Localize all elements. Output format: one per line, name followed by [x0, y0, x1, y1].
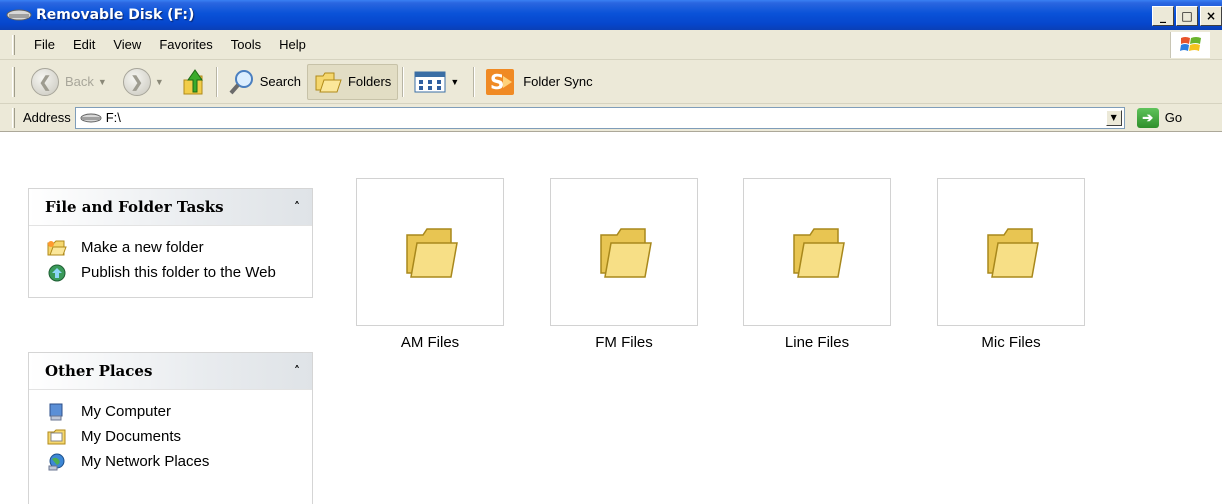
- go-arrow-icon: ➔: [1136, 107, 1159, 128]
- folders-button[interactable]: Folders: [306, 63, 399, 100]
- back-arrow-icon: ❮: [31, 67, 59, 96]
- place-label: My Documents: [81, 428, 182, 445]
- forward-arrow-icon: ❯: [122, 67, 151, 96]
- collapse-chevron-icon[interactable]: ˄: [294, 200, 300, 214]
- task-make-new-folder[interactable]: Make a new folder: [47, 239, 312, 257]
- forward-button[interactable]: ❯ ▼: [117, 64, 174, 100]
- views-button[interactable]: ▼: [408, 64, 469, 100]
- folders-icon: [315, 72, 342, 92]
- up-folder-button[interactable]: [174, 64, 212, 100]
- search-icon: [229, 69, 253, 94]
- svg-text:S: S: [490, 70, 504, 94]
- new-folder-icon: [47, 240, 67, 256]
- address-value: F:\: [105, 110, 121, 125]
- task-label: Publish this folder to the Web: [81, 264, 276, 281]
- menu-favorites[interactable]: Favorites: [150, 37, 221, 52]
- close-button[interactable]: ×: [1200, 6, 1222, 26]
- address-grip: [12, 107, 15, 128]
- menu-edit[interactable]: Edit: [64, 37, 104, 52]
- back-button[interactable]: ❮ Back ▼: [25, 64, 117, 100]
- windows-logo-icon: [1170, 32, 1210, 58]
- standard-toolbar: ❮ Back ▼ ❯ ▼ Search Folders ▼ S Folder S…: [0, 60, 1222, 104]
- views-dropdown-icon[interactable]: ▼: [450, 77, 459, 87]
- menu-tools[interactable]: Tools: [222, 37, 270, 52]
- place-my-computer[interactable]: My Computer: [47, 403, 312, 421]
- address-input[interactable]: F:\ ▼: [74, 106, 1125, 129]
- folder-label-fm-files[interactable]: FM Files: [550, 334, 698, 351]
- collapse-chevron-icon[interactable]: ˄: [294, 364, 300, 378]
- file-folder-tasks-header[interactable]: File and Folder Tasks ˄: [29, 189, 312, 225]
- removable-disk-icon: [6, 8, 32, 22]
- maximize-button[interactable]: □: [1176, 6, 1198, 26]
- folder-tile-am-files[interactable]: [356, 178, 504, 326]
- file-folder-tasks-pane: File and Folder Tasks ˄ Make a new folde…: [28, 188, 313, 298]
- place-label: My Network Places: [81, 453, 210, 470]
- folder-icon: [793, 228, 845, 278]
- menu-bar: File Edit View Favorites Tools Help: [0, 30, 1222, 60]
- folder-icon: [600, 228, 652, 278]
- toolbar-grip: [12, 66, 15, 97]
- place-my-documents[interactable]: My Documents: [47, 428, 312, 446]
- minimize-button[interactable]: _: [1152, 6, 1174, 26]
- title-bar: Removable Disk (F:) _ □ ×: [0, 0, 1222, 30]
- search-button[interactable]: Search: [222, 64, 307, 100]
- views-icon: [414, 71, 446, 92]
- place-my-network[interactable]: My Network Places: [47, 453, 312, 471]
- folder-sync-label: Folder Sync: [523, 74, 593, 89]
- removable-disk-icon: [80, 113, 102, 122]
- go-button[interactable]: ➔ Go: [1136, 107, 1183, 128]
- task-label: Make a new folder: [81, 239, 204, 256]
- folder-content-area: File and Folder Tasks ˄ Make a new folde…: [0, 132, 1222, 504]
- folder-tile-mic-files[interactable]: [937, 178, 1085, 326]
- other-places-title: Other Places: [45, 362, 153, 380]
- folders-label: Folders: [347, 74, 392, 89]
- folder-label-am-files[interactable]: AM Files: [356, 334, 504, 351]
- menu-help[interactable]: Help: [270, 37, 315, 52]
- other-places-header[interactable]: Other Places ˄: [29, 353, 312, 389]
- toolbar-separator: [215, 66, 218, 97]
- place-label: My Computer: [81, 403, 172, 420]
- back-dropdown-icon[interactable]: ▼: [98, 77, 107, 87]
- folder-label-mic-files[interactable]: Mic Files: [937, 334, 1085, 351]
- menu-file[interactable]: File: [25, 37, 64, 52]
- address-label: Address: [23, 110, 71, 125]
- folder-tile-fm-files[interactable]: [550, 178, 698, 326]
- folder-icon: [406, 228, 458, 278]
- toolbar-separator: [473, 66, 476, 97]
- publish-web-icon: [48, 264, 66, 282]
- address-bar: Address F:\ ▼ ➔ Go: [0, 104, 1222, 132]
- folder-sync-button[interactable]: S Folder Sync: [479, 64, 598, 100]
- menu-view[interactable]: View: [104, 37, 150, 52]
- my-computer-icon: [49, 403, 63, 421]
- go-label: Go: [1164, 110, 1183, 125]
- folder-icon: [987, 228, 1039, 278]
- folder-tile-line-files[interactable]: [743, 178, 891, 326]
- address-dropdown-icon[interactable]: ▼: [1105, 109, 1122, 126]
- task-publish-web[interactable]: Publish this folder to the Web: [47, 264, 312, 282]
- other-places-pane: Other Places ˄ My Computer My Documents: [28, 352, 313, 504]
- my-documents-icon: [47, 429, 66, 445]
- forward-dropdown-icon[interactable]: ▼: [155, 77, 164, 87]
- network-places-icon: [48, 453, 65, 471]
- folder-sync-icon: S: [486, 68, 515, 95]
- back-label: Back: [65, 74, 94, 89]
- up-folder-icon: [183, 68, 203, 94]
- window-title: Removable Disk (F:): [36, 7, 195, 23]
- search-label: Search: [259, 74, 301, 89]
- toolbar-separator: [402, 66, 405, 97]
- file-folder-tasks-title: File and Folder Tasks: [45, 198, 224, 216]
- folder-label-line-files[interactable]: Line Files: [743, 334, 891, 351]
- menu-grip: [12, 34, 15, 55]
